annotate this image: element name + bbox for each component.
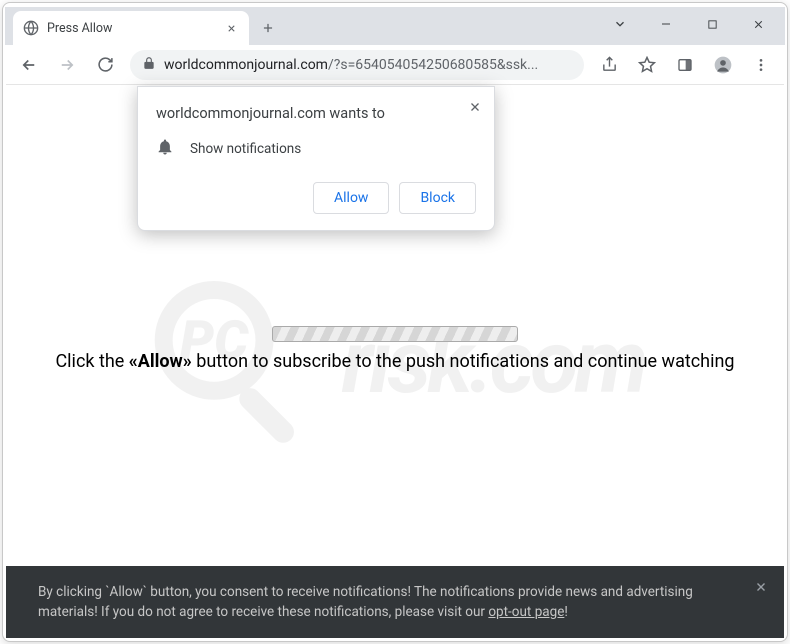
page-content: PC risk.com Click the «Allow» button to … [6, 86, 784, 638]
window-controls [597, 7, 781, 41]
minimize-button[interactable] [643, 7, 689, 41]
close-window-button[interactable] [735, 7, 781, 41]
permission-row: Show notifications [156, 138, 476, 160]
consent-text: By clicking `Allow` button, you consent … [38, 584, 693, 600]
instruction-text: Click the «Allow» button to subscribe to… [6, 351, 784, 372]
close-tab-icon[interactable] [223, 20, 239, 36]
back-button[interactable] [12, 48, 46, 82]
address-bar[interactable]: worldcommonjournal.com/?s=65405405425068… [130, 50, 584, 80]
url-text: worldcommonjournal.com/?s=65405405425068… [164, 57, 572, 73]
chevron-down-icon[interactable] [597, 7, 643, 41]
browser-toolbar: worldcommonjournal.com/?s=65405405425068… [6, 45, 784, 85]
permission-host: worldcommonjournal.com wants to [156, 105, 476, 122]
allow-button[interactable]: Allow [313, 182, 389, 214]
menu-button[interactable] [744, 48, 778, 82]
profile-button[interactable] [706, 48, 740, 82]
globe-icon [23, 20, 39, 36]
close-icon[interactable] [754, 580, 768, 600]
permission-label: Show notifications [190, 141, 301, 157]
tab-title: Press Allow [47, 21, 215, 36]
block-button[interactable]: Block [399, 182, 476, 214]
share-button[interactable] [592, 48, 626, 82]
progress-bar [272, 326, 518, 342]
new-tab-button[interactable] [253, 13, 283, 43]
close-icon[interactable] [468, 99, 482, 118]
forward-button[interactable] [50, 48, 84, 82]
browser-tab[interactable]: Press Allow [13, 11, 249, 45]
browser-window: Press Allow [2, 2, 788, 642]
notification-permission-dialog: worldcommonjournal.com wants to Show not… [137, 86, 495, 231]
reload-button[interactable] [88, 48, 122, 82]
bookmark-button[interactable] [630, 48, 664, 82]
maximize-button[interactable] [689, 7, 735, 41]
bell-icon [156, 138, 174, 160]
lock-icon [142, 55, 156, 74]
sidepanel-button[interactable] [668, 48, 702, 82]
consent-banner: By clicking `Allow` button, you consent … [6, 566, 784, 639]
consent-text: materials! If you do not agree to receiv… [38, 604, 488, 620]
opt-out-link[interactable]: opt-out page [488, 604, 564, 620]
